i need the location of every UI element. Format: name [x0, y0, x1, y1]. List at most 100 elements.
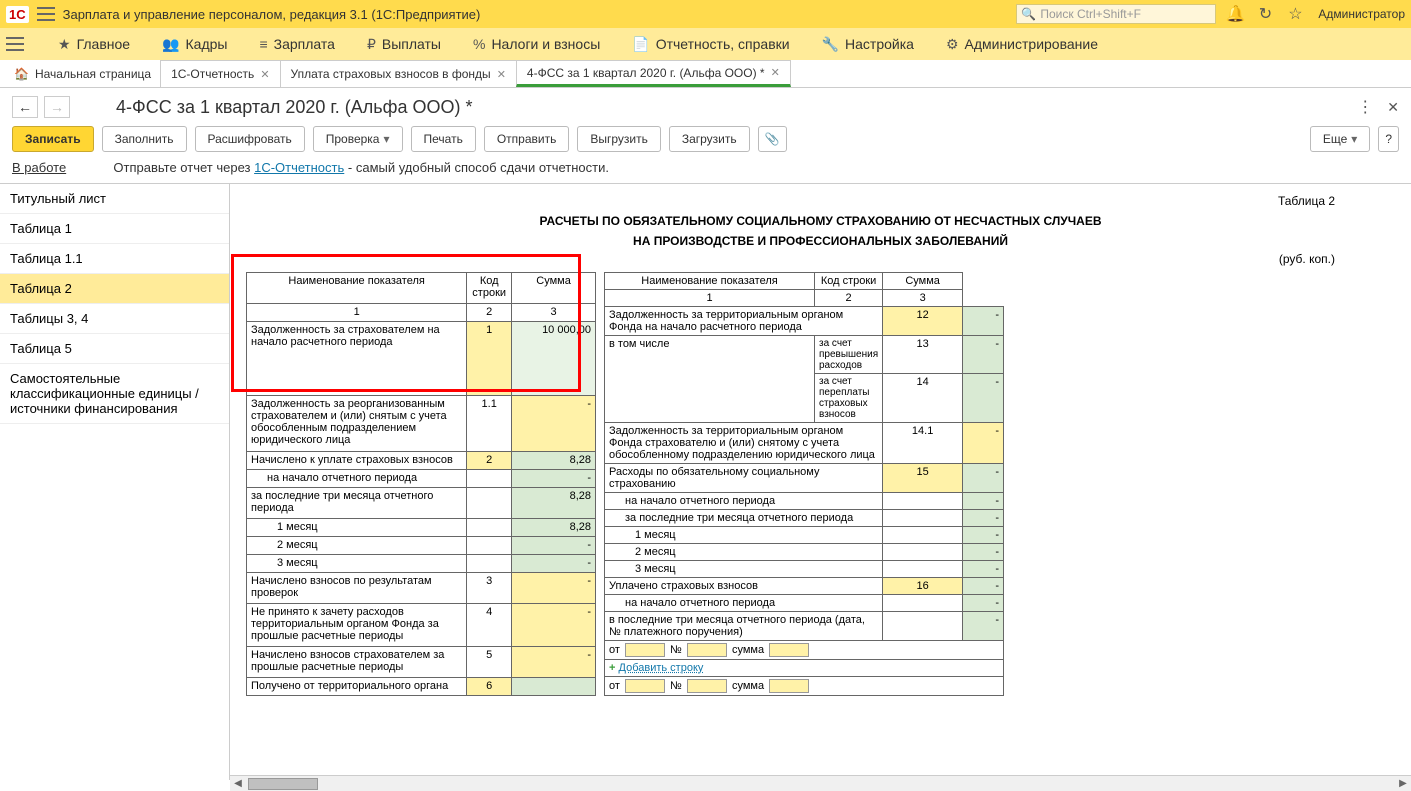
- row-sum[interactable]: -: [963, 561, 1004, 578]
- row-sum[interactable]: 8,28: [512, 452, 596, 470]
- mainmenu-Главное[interactable]: ★Главное: [52, 32, 136, 57]
- mainmenu-Настройка[interactable]: 🔧Настройка: [816, 32, 920, 57]
- attach-button[interactable]: 📎: [758, 126, 787, 152]
- mainmenu-Отчетность, справки[interactable]: 📄Отчетность, справки: [626, 32, 795, 57]
- row-sum[interactable]: [512, 677, 596, 695]
- close-icon[interactable]: ✕: [771, 66, 780, 79]
- send-button[interactable]: Отправить: [484, 126, 570, 152]
- sidebar-item-1[interactable]: Таблица 1: [0, 214, 229, 244]
- row-code: 15: [883, 464, 963, 493]
- menu-icon: ≡: [259, 36, 267, 52]
- row-sum[interactable]: 10 000,00: [512, 321, 596, 395]
- pay-date[interactable]: [625, 643, 665, 657]
- mainmenu-Зарплата[interactable]: ≡Зарплата: [253, 32, 340, 57]
- history-icon[interactable]: ↻: [1254, 4, 1276, 24]
- row-sum[interactable]: -: [963, 544, 1004, 561]
- row-sum[interactable]: -: [963, 423, 1004, 464]
- row-sum[interactable]: -: [512, 572, 596, 603]
- right-table: Наименование показателяКод строкиСумма12…: [604, 272, 1004, 696]
- row-name: 3 месяц: [247, 554, 467, 572]
- row-sum[interactable]: -: [963, 595, 1004, 612]
- tab-4-ФСС за 1 квартал 2020 г. (Альфа ООО) *[interactable]: 4-ФСС за 1 квартал 2020 г. (Альфа ООО) *…: [516, 60, 791, 87]
- menu-icon[interactable]: [37, 5, 55, 23]
- row-code: 2: [467, 452, 512, 470]
- sidebar-item-3[interactable]: Таблица 2: [0, 274, 229, 304]
- bell-icon[interactable]: 🔔: [1224, 4, 1246, 24]
- pay-sum[interactable]: [769, 643, 809, 657]
- row-name: 1 месяц: [605, 527, 883, 544]
- check-button[interactable]: Проверка: [313, 126, 403, 152]
- link-1c-reporting[interactable]: 1С-Отчетность: [254, 160, 344, 175]
- row-name: на начало отчетного периода: [247, 470, 467, 488]
- row-sum[interactable]: 8,28: [512, 518, 596, 536]
- mainmenu-Администрирование[interactable]: ⚙Администрирование: [940, 32, 1104, 57]
- menu-icon: 📄: [632, 36, 649, 53]
- print-button[interactable]: Печать: [411, 126, 476, 152]
- nav-back-button[interactable]: ←: [12, 96, 38, 118]
- left-table: Наименование показателяКод строкиСумма12…: [246, 272, 596, 696]
- close-icon[interactable]: ✕: [497, 68, 506, 81]
- row-code: [883, 527, 963, 544]
- tab-Уплата страховых взносов в фонды[interactable]: Уплата страховых взносов в фонды✕: [280, 60, 517, 87]
- row-code: [467, 554, 512, 572]
- report-content: Таблица 2 РАСЧЕТЫ ПО ОБЯЗАТЕЛЬНОМУ СОЦИА…: [230, 184, 1411, 780]
- toolbar: Записать Заполнить Расшифровать Проверка…: [0, 118, 1411, 160]
- row-sum[interactable]: 8,28: [512, 488, 596, 519]
- menu-icon: 👥: [162, 36, 179, 53]
- decode-button[interactable]: Расшифровать: [195, 126, 305, 152]
- row-name: Задолженность за территориальным органом…: [605, 307, 883, 336]
- row-name: 2 месяц: [605, 544, 883, 561]
- app-title: Зарплата и управление персоналом, редакц…: [63, 7, 481, 22]
- load-button[interactable]: Загрузить: [669, 126, 750, 152]
- sidebar-item-0[interactable]: Титульный лист: [0, 184, 229, 214]
- row-code: [883, 595, 963, 612]
- row-sum[interactable]: -: [963, 464, 1004, 493]
- mainmenu-Кадры[interactable]: 👥Кадры: [156, 32, 233, 57]
- close-document-icon[interactable]: ✕: [1387, 99, 1399, 116]
- pay-no[interactable]: [687, 643, 727, 657]
- fill-button[interactable]: Заполнить: [102, 126, 187, 152]
- status-line: В работе Отправьте отчет через 1С-Отчетн…: [0, 160, 1411, 183]
- unload-button[interactable]: Выгрузить: [577, 126, 661, 152]
- more-button[interactable]: Еще: [1310, 126, 1370, 152]
- mainmenu-Выплаты[interactable]: ₽Выплаты: [361, 32, 447, 57]
- row-sum[interactable]: -: [512, 395, 596, 451]
- title-bar: 1C Зарплата и управление персоналом, ред…: [0, 0, 1411, 28]
- horizontal-scrollbar[interactable]: ◀▶: [230, 775, 1411, 791]
- row-sum[interactable]: -: [512, 470, 596, 488]
- row-sum[interactable]: -: [963, 578, 1004, 595]
- add-row-link[interactable]: Добавить строку: [619, 662, 704, 674]
- menu-icon: ₽: [367, 36, 376, 53]
- col-name: Наименование показателя: [247, 273, 467, 304]
- row-sum[interactable]: -: [512, 536, 596, 554]
- nav-forward-button[interactable]: →: [44, 96, 70, 118]
- row-sum[interactable]: -: [963, 307, 1004, 336]
- sections-icon[interactable]: [6, 35, 24, 53]
- save-button[interactable]: Записать: [12, 126, 94, 152]
- current-user[interactable]: Администратор: [1318, 7, 1405, 21]
- row-name: 1 месяц: [247, 518, 467, 536]
- help-button[interactable]: ?: [1378, 126, 1399, 152]
- search-input[interactable]: 🔍 Поиск Ctrl+Shift+F: [1016, 4, 1216, 24]
- sidebar-item-5[interactable]: Таблица 5: [0, 334, 229, 364]
- tab-Начальная страница[interactable]: 🏠Начальная страница: [4, 60, 161, 87]
- row-sum[interactable]: -: [963, 510, 1004, 527]
- sidebar-item-2[interactable]: Таблица 1.1: [0, 244, 229, 274]
- more-actions-icon[interactable]: ⋮: [1357, 97, 1373, 117]
- row-sum[interactable]: -: [512, 554, 596, 572]
- row-sum[interactable]: -: [512, 647, 596, 678]
- row-name: Получено от территориального органа: [247, 677, 467, 695]
- mainmenu-Налоги и взносы[interactable]: %Налоги и взносы: [467, 32, 606, 57]
- sidebar-item-6[interactable]: Самостоятельные классификационные единиц…: [0, 364, 229, 424]
- row-code: 6: [467, 677, 512, 695]
- row-sum[interactable]: -: [512, 603, 596, 646]
- plus-icon[interactable]: +: [609, 662, 615, 674]
- star-icon[interactable]: ☆: [1284, 4, 1306, 24]
- menu-icon: 🔧: [822, 36, 839, 53]
- sidebar-item-4[interactable]: Таблицы 3, 4: [0, 304, 229, 334]
- tab-1С-Отчетность[interactable]: 1С-Отчетность✕: [160, 60, 280, 87]
- row-sum[interactable]: -: [963, 493, 1004, 510]
- close-icon[interactable]: ✕: [260, 68, 269, 81]
- status-inwork[interactable]: В работе: [12, 160, 66, 175]
- row-sum[interactable]: -: [963, 527, 1004, 544]
